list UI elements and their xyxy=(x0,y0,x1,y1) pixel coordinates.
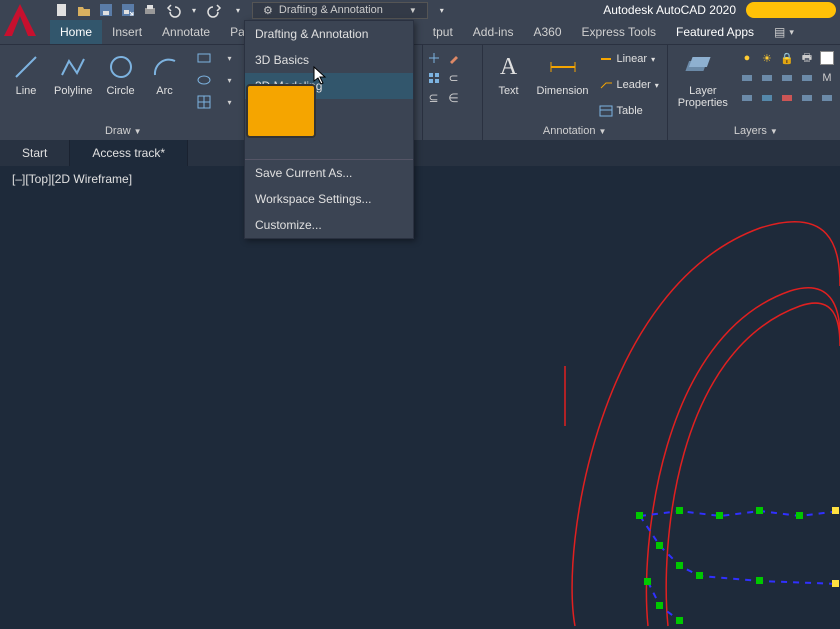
layer-small-10[interactable] xyxy=(818,89,836,107)
tab-express[interactable]: Express Tools xyxy=(572,20,666,44)
dimension-icon xyxy=(547,51,579,83)
layer-small-1[interactable] xyxy=(738,69,756,87)
linear-icon xyxy=(599,52,613,66)
file-tabs: Start Access track* xyxy=(0,140,840,166)
panel-modify-tail: ⊂ ⊆ ∈ xyxy=(423,45,483,140)
tab-annotate[interactable]: Annotate xyxy=(152,20,220,44)
polyline-button[interactable]: Polyline xyxy=(52,49,95,99)
panels-icon: ▤ xyxy=(774,25,785,39)
workspace-customize[interactable]: Customize... xyxy=(245,212,413,238)
panel-draw-title[interactable]: Draw▼ xyxy=(8,122,239,140)
undo-icon[interactable] xyxy=(164,2,180,18)
panel-annotation-title[interactable]: Annotation▼ xyxy=(491,122,659,140)
layer-small-9[interactable] xyxy=(798,89,816,107)
print-icon[interactable] xyxy=(142,2,158,18)
move-icon[interactable] xyxy=(425,49,443,67)
dimension-button[interactable]: Dimension xyxy=(535,49,591,99)
table-icon xyxy=(599,104,613,118)
panel-layers: Layer Properties ● ☀ 🔒 🖶 M Layers▼ xyxy=(668,45,840,140)
search-pill[interactable] xyxy=(746,2,836,18)
line-icon xyxy=(10,51,42,83)
new-icon[interactable] xyxy=(54,2,70,18)
hatch-icon[interactable] xyxy=(195,93,213,111)
tab-insert[interactable]: Insert xyxy=(102,20,152,44)
tab-home[interactable]: Home xyxy=(50,20,102,44)
layer-small-6[interactable] xyxy=(738,89,756,107)
qat-overflow-icon[interactable]: ▾ xyxy=(434,2,450,18)
line-button[interactable]: Line xyxy=(8,49,44,99)
workspace-item-drafting[interactable]: Drafting & Annotation xyxy=(245,21,413,47)
text-button[interactable]: A Text xyxy=(491,49,527,99)
plot-icon[interactable]: 🖶 xyxy=(798,49,816,67)
layer-properties-button[interactable]: Layer Properties xyxy=(676,49,730,111)
workspace-switcher[interactable]: ⚙ Drafting & Annotation ▼ xyxy=(252,2,428,19)
text-icon: A xyxy=(493,51,525,83)
dd-1[interactable]: ▾ xyxy=(221,49,239,67)
arc-icon xyxy=(149,51,181,83)
title-bar: ▾ ▾ ⚙ Drafting & Annotation ▼ ▾ Autodesk… xyxy=(0,0,840,20)
ellipse-icon[interactable] xyxy=(195,71,213,89)
bulb-on-icon[interactable]: ● xyxy=(738,49,756,67)
leader-button[interactable]: Leader▾ xyxy=(599,75,659,95)
arc-button[interactable]: Arc xyxy=(147,49,183,99)
tab-addins[interactable]: Add-ins xyxy=(463,20,524,44)
saveas-icon[interactable] xyxy=(120,2,136,18)
quick-access-toolbar: ▾ ▾ ⚙ Drafting & Annotation ▼ ▾ xyxy=(54,2,450,19)
layer-small-5[interactable]: M xyxy=(818,69,836,87)
layer-small-4[interactable] xyxy=(798,69,816,87)
stretch-icon[interactable]: ⊆ xyxy=(425,89,443,107)
linear-button[interactable]: Linear▾ xyxy=(599,49,659,69)
chevron-down-icon: ▼ xyxy=(409,6,417,15)
layer-properties-icon xyxy=(687,51,719,83)
workspace-settings[interactable]: Workspace Settings... xyxy=(245,186,413,212)
tab-panel-toggle[interactable]: ▤▾ xyxy=(764,20,804,44)
dd-3[interactable]: ▾ xyxy=(221,93,239,111)
rectangle-icon[interactable] xyxy=(195,49,213,67)
circle-button[interactable]: Circle xyxy=(103,49,139,99)
panel-draw: Line Polyline Circle Arc ▾ ▾ xyxy=(0,45,248,140)
drawing-content xyxy=(0,166,840,629)
workspace-preview-thumbnail xyxy=(246,84,316,138)
workspace-save-current[interactable]: Save Current As... xyxy=(245,160,413,186)
panel-annotation: A Text Dimension Linear▾ Leader▾ Table A… xyxy=(483,45,668,140)
table-button[interactable]: Table xyxy=(599,101,659,121)
workspace-item-3dbasics[interactable]: 3D Basics xyxy=(245,47,413,73)
redo-icon[interactable] xyxy=(208,2,224,18)
dd-2[interactable]: ▾ xyxy=(221,71,239,89)
brush-icon[interactable] xyxy=(445,49,463,67)
redo-dropdown-icon[interactable]: ▾ xyxy=(230,2,246,18)
subset-icon[interactable]: ∈ xyxy=(445,89,463,107)
layer-small-3[interactable] xyxy=(778,69,796,87)
file-tab-active[interactable]: Access track* xyxy=(70,140,188,166)
gear-icon: ⚙ xyxy=(263,4,273,17)
layer-small-2[interactable] xyxy=(758,69,776,87)
drawing-canvas[interactable] xyxy=(0,166,840,629)
ribbon-tabs: Home Insert Annotate Pa tput Add-ins A36… xyxy=(0,20,840,44)
join-icon[interactable]: ⊂ xyxy=(445,69,463,87)
tab-a360[interactable]: A360 xyxy=(523,20,571,44)
polyline-icon xyxy=(57,51,89,83)
layer-states-grid: ● ☀ 🔒 🖶 M xyxy=(738,49,836,107)
layer-color-swatch[interactable] xyxy=(818,49,836,67)
ribbon-panel-row: Line Polyline Circle Arc ▾ ▾ xyxy=(0,44,840,140)
tab-output[interactable]: tput xyxy=(423,20,463,44)
panel-layers-title[interactable]: Layers▼ xyxy=(676,122,836,140)
layer-small-8[interactable] xyxy=(778,89,796,107)
open-icon[interactable] xyxy=(76,2,92,18)
leader-icon xyxy=(599,78,613,92)
circle-icon xyxy=(105,51,137,83)
app-logo[interactable] xyxy=(0,0,40,40)
tab-featured[interactable]: Featured Apps xyxy=(666,20,764,44)
undo-dropdown-icon[interactable]: ▾ xyxy=(186,2,202,18)
array-icon[interactable] xyxy=(425,69,443,87)
app-title: Autodesk AutoCAD 2020 xyxy=(603,3,736,17)
save-icon[interactable] xyxy=(98,2,114,18)
layer-small-7[interactable] xyxy=(758,89,776,107)
sun-icon[interactable]: ☀ xyxy=(758,49,776,67)
lock-icon[interactable]: 🔒 xyxy=(778,49,796,67)
workspace-current-label: Drafting & Annotation xyxy=(279,4,383,16)
file-tab-start[interactable]: Start xyxy=(0,140,70,166)
